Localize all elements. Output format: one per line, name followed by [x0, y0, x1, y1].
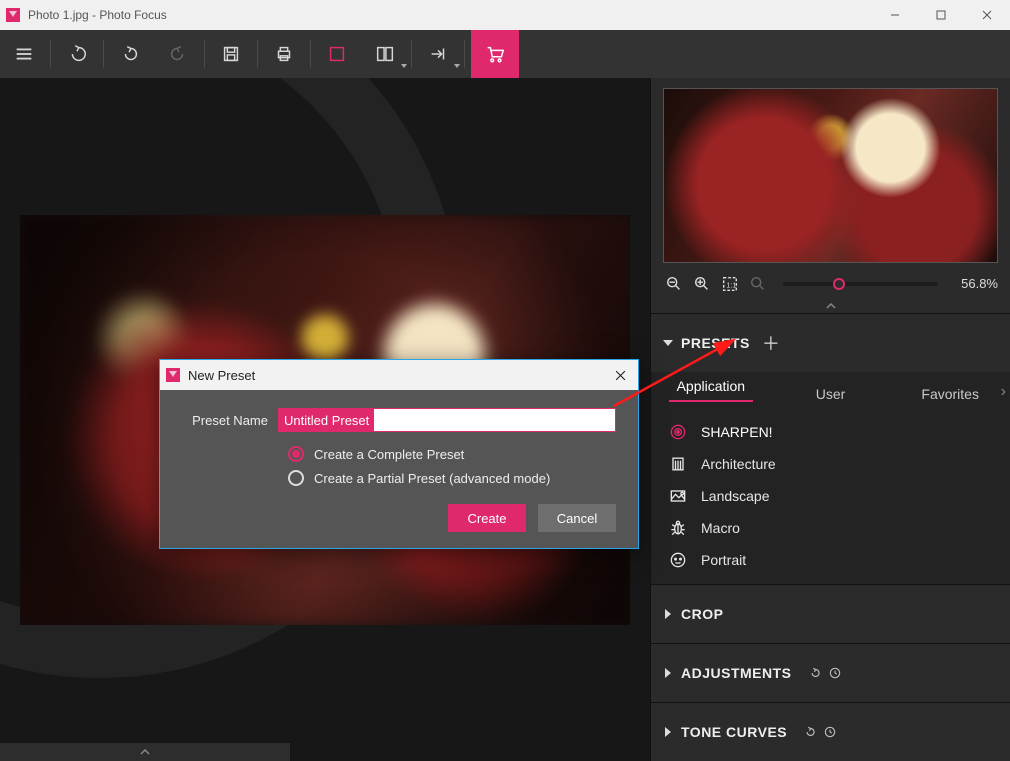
- bottom-panel-handle[interactable]: [0, 743, 290, 761]
- history-icons[interactable]: [808, 666, 842, 680]
- radio-label: Create a Partial Preset (advanced mode): [314, 471, 550, 486]
- section-header-crop[interactable]: CROP: [651, 585, 1010, 643]
- compare-view-button[interactable]: [361, 30, 409, 78]
- undo-button[interactable]: [106, 30, 154, 78]
- target-icon: [667, 422, 689, 442]
- app-window: Photo 1.jpg - Photo Focus: [0, 0, 1010, 761]
- section-header-presets[interactable]: PRESETS ＋: [651, 314, 1010, 372]
- preset-name-selection: Untitled Preset: [279, 409, 374, 431]
- radio-complete[interactable]: Create a Complete Preset: [288, 446, 616, 462]
- preset-list: SHARPEN! Architecture Landscape Macro: [651, 412, 1010, 584]
- section-label: CROP: [681, 606, 723, 622]
- section-header-tone-curves[interactable]: TONE CURVES: [651, 703, 1010, 761]
- preset-label: Macro: [701, 520, 740, 536]
- navigator-preview[interactable]: [663, 88, 998, 263]
- landscape-icon: [667, 486, 689, 506]
- zoom-controls: 1:1 56.8%: [651, 269, 1010, 299]
- section-label: TONE CURVES: [681, 724, 787, 740]
- zoom-in-icon[interactable]: [691, 273, 713, 295]
- history-icons[interactable]: [803, 725, 837, 739]
- dialog-title: New Preset: [188, 368, 255, 383]
- minimize-button[interactable]: [872, 0, 918, 30]
- tabs-scroll-icon[interactable]: ›: [1001, 383, 1006, 401]
- preset-label: Landscape: [701, 488, 770, 504]
- section-label: PRESETS: [681, 335, 750, 351]
- expand-icon: [665, 609, 671, 619]
- new-preset-dialog: New Preset Preset Name Untitled Preset C…: [159, 359, 639, 549]
- preset-item-landscape[interactable]: Landscape: [651, 480, 1010, 512]
- tab-application[interactable]: Application: [651, 378, 771, 412]
- dialog-titlebar: New Preset: [160, 360, 638, 390]
- expand-icon: [663, 340, 673, 346]
- section-header-adjustments[interactable]: ADJUSTMENTS: [651, 644, 1010, 702]
- preset-item-sharpen[interactable]: SHARPEN!: [651, 416, 1010, 448]
- building-icon: [667, 454, 689, 474]
- menu-button[interactable]: [0, 30, 48, 78]
- preset-label: Portrait: [701, 552, 746, 568]
- section-crop: CROP: [651, 584, 1010, 643]
- app-icon: [6, 8, 20, 22]
- section-adjustments: ADJUSTMENTS: [651, 643, 1010, 702]
- zoom-value: 56.8%: [952, 276, 998, 291]
- share-button[interactable]: [414, 30, 462, 78]
- preset-label: SHARPEN!: [701, 424, 773, 440]
- svg-text:1:1: 1:1: [726, 280, 736, 289]
- zoom-actual-icon[interactable]: [747, 273, 769, 295]
- cart-button[interactable]: [471, 30, 519, 78]
- redo-button[interactable]: [154, 30, 202, 78]
- window-title: Photo 1.jpg - Photo Focus: [28, 8, 167, 22]
- section-label: ADJUSTMENTS: [681, 665, 792, 681]
- preset-label: Architecture: [701, 456, 776, 472]
- panel-collapse-handle[interactable]: [651, 299, 1010, 313]
- zoom-fit-icon[interactable]: 1:1: [719, 273, 741, 295]
- preset-item-macro[interactable]: Macro: [651, 512, 1010, 544]
- create-button[interactable]: Create: [448, 504, 526, 532]
- preset-item-architecture[interactable]: Architecture: [651, 448, 1010, 480]
- add-preset-icon[interactable]: ＋: [762, 330, 781, 356]
- save-button[interactable]: [207, 30, 255, 78]
- expand-icon: [665, 668, 671, 678]
- section-presets: PRESETS ＋ Application User Favorites › S…: [651, 313, 1010, 584]
- maximize-button[interactable]: [918, 0, 964, 30]
- face-icon: [667, 550, 689, 570]
- single-view-button[interactable]: [313, 30, 361, 78]
- app-icon: [166, 368, 180, 382]
- zoom-out-icon[interactable]: [663, 273, 685, 295]
- cancel-button[interactable]: Cancel: [538, 504, 616, 532]
- undo-all-button[interactable]: [53, 30, 101, 78]
- dialog-close-button[interactable]: [602, 360, 638, 390]
- tab-favorites[interactable]: Favorites: [890, 386, 1010, 412]
- print-button[interactable]: [260, 30, 308, 78]
- preset-name-label: Preset Name: [182, 413, 268, 428]
- preset-tabs: Application User Favorites ›: [651, 372, 1010, 412]
- zoom-slider[interactable]: [783, 282, 938, 286]
- bug-icon: [667, 518, 689, 538]
- preset-item-portrait[interactable]: Portrait: [651, 544, 1010, 576]
- close-button[interactable]: [964, 0, 1010, 30]
- toolbar: [0, 30, 1010, 78]
- titlebar: Photo 1.jpg - Photo Focus: [0, 0, 1010, 30]
- radio-partial[interactable]: Create a Partial Preset (advanced mode): [288, 470, 616, 486]
- right-panel: 1:1 56.8% PRESETS ＋ Application User Fav…: [650, 78, 1010, 761]
- radio-label: Create a Complete Preset: [314, 447, 464, 462]
- radio-icon: [288, 446, 304, 462]
- expand-icon: [665, 727, 671, 737]
- section-tone-curves: TONE CURVES: [651, 702, 1010, 761]
- tab-user[interactable]: User: [771, 386, 891, 412]
- radio-icon: [288, 470, 304, 486]
